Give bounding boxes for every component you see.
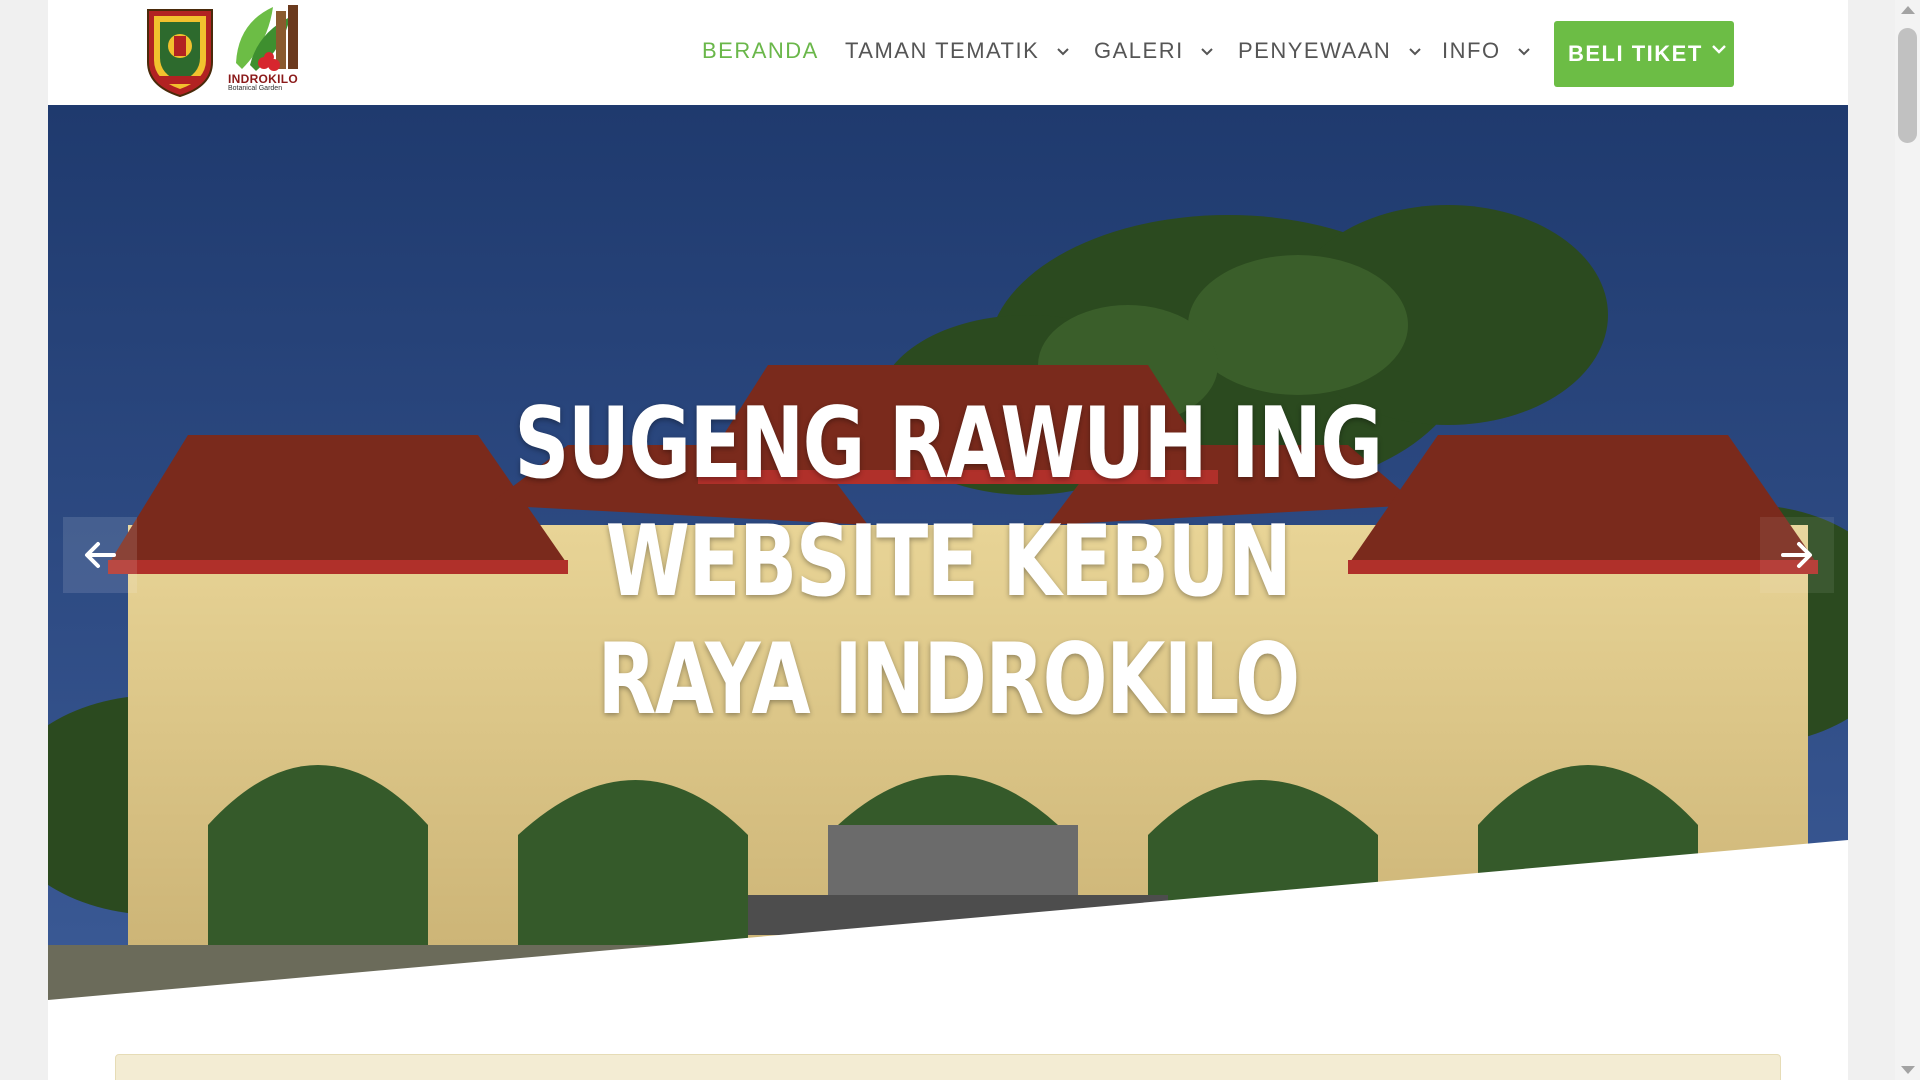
- slider-prev-button[interactable]: [63, 517, 137, 593]
- nav-item-info[interactable]: INFO: [1442, 38, 1530, 64]
- nav-label: GALERI: [1094, 38, 1184, 63]
- arrow-right-icon: [1781, 542, 1812, 568]
- page-scrollbar[interactable]: [1895, 0, 1920, 1080]
- chevron-down-icon: [1518, 48, 1530, 56]
- chevron-down-icon: [1409, 48, 1421, 56]
- logo-wordmark: INDROKILO: [228, 72, 299, 86]
- nav-label: BERANDA: [702, 38, 819, 63]
- scrollbar-thumb[interactable]: [1898, 28, 1917, 143]
- buy-ticket-label: BELI TIKET: [1568, 41, 1703, 66]
- hero-heading-line: RAYA INDROKILO: [597, 623, 1300, 737]
- nav-label: PENYEWAAN: [1238, 38, 1392, 63]
- nav-label: INFO: [1442, 38, 1501, 63]
- chevron-down-icon: [1712, 45, 1726, 54]
- regency-crest-logo[interactable]: [144, 6, 216, 98]
- nav-item-galeri[interactable]: GALERI: [1094, 38, 1214, 64]
- scroll-down-icon[interactable]: [1901, 1066, 1915, 1074]
- buy-ticket-button[interactable]: BELI TIKET: [1554, 21, 1734, 87]
- chevron-down-icon: [1201, 48, 1214, 56]
- nav-item-penyewaan[interactable]: PENYEWAAN: [1238, 38, 1421, 64]
- arrow-left-icon: [85, 542, 116, 568]
- page: INDROKILO Botanical Garden BERANDA TAMAN…: [48, 0, 1848, 1080]
- nav-item-beranda[interactable]: BERANDA: [702, 38, 819, 64]
- logo-tagline: Botanical Garden: [228, 85, 283, 92]
- notice-box: [115, 1054, 1781, 1080]
- site-header: INDROKILO Botanical Garden BERANDA TAMAN…: [48, 0, 1848, 105]
- hero-slider: SUGENG RAWUH ING WEBSITE KEBUN RAYA INDR…: [48, 105, 1848, 1000]
- nav-item-taman-tematik[interactable]: TAMAN TEMATIK: [845, 38, 1069, 64]
- nav-label: TAMAN TEMATIK: [845, 38, 1040, 63]
- chevron-down-icon: [1057, 48, 1069, 56]
- hero-heading-line: SUGENG RAWUH ING: [514, 387, 1383, 501]
- slider-next-button[interactable]: [1760, 517, 1834, 593]
- hero-heading: SUGENG RAWUH ING WEBSITE KEBUN RAYA INDR…: [511, 385, 1385, 739]
- scroll-up-icon[interactable]: [1901, 6, 1915, 14]
- hero-heading-line: WEBSITE KEBUN: [605, 505, 1292, 619]
